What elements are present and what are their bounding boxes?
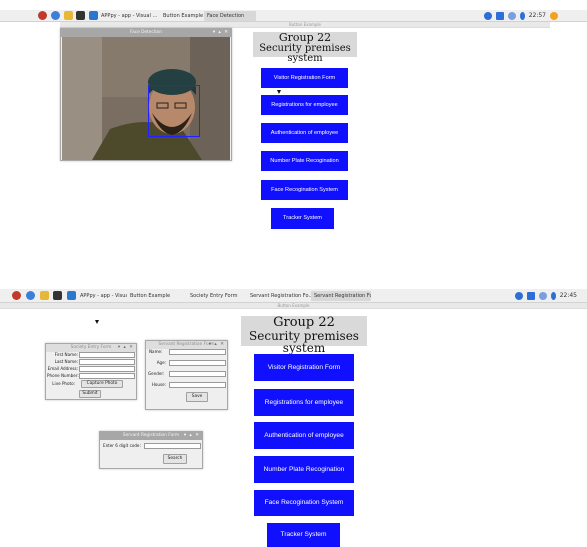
- folder-icon[interactable]: [40, 291, 49, 300]
- capture-photo-button[interactable]: Capture Photo: [81, 380, 123, 388]
- society-entry-form-titlebar[interactable]: Society Entry Form ▾ ▴ ✕: [46, 344, 136, 352]
- terminal-icon[interactable]: [53, 291, 62, 300]
- mouse-cursor-icon: [277, 90, 281, 94]
- updates-icon[interactable]: [549, 11, 558, 20]
- vscode-icon[interactable]: [89, 11, 98, 20]
- email-input[interactable]: [79, 366, 135, 372]
- code-label: Enter 6 digit code:: [103, 443, 141, 448]
- employee-authentication-button[interactable]: Authentication of employee: [261, 123, 348, 143]
- age-input[interactable]: [169, 360, 226, 366]
- folder-icon[interactable]: [64, 11, 73, 20]
- phone-label: Phone Number:: [47, 373, 79, 378]
- microphone-icon[interactable]: [550, 291, 556, 300]
- house-input[interactable]: [169, 382, 226, 388]
- app-title-strip: Button Example: [0, 303, 587, 309]
- window-controls[interactable]: ▾ ▴ ✕: [213, 29, 229, 37]
- number-plate-button[interactable]: Number Plate Recogination: [261, 151, 348, 171]
- submit-button[interactable]: Submit: [79, 390, 101, 398]
- visitor-registration-button[interactable]: Visitor Registration Form: [261, 68, 348, 88]
- terminal-icon[interactable]: [76, 11, 85, 20]
- raspberry-menu-icon[interactable]: [12, 291, 21, 300]
- heading-line-2: Security premises system: [249, 328, 359, 356]
- first-name-label: First Name:: [54, 352, 78, 357]
- tracker-system-button[interactable]: Tracker System: [271, 208, 334, 229]
- live-photo-label: Live Photo:: [52, 381, 75, 386]
- email-label: Email Address:: [47, 366, 78, 371]
- raspberry-menu-icon[interactable]: [38, 11, 47, 20]
- name-label: Name:: [149, 349, 163, 354]
- servant-registration-form-window: Servant Registration Form ▾ ▴ ✕ Name: Ag…: [145, 340, 228, 410]
- vscode-icon[interactable]: [67, 291, 76, 300]
- clock: 22:57: [528, 12, 546, 19]
- face-recognition-button[interactable]: Face Recogination System: [261, 180, 348, 200]
- phone-input[interactable]: [79, 373, 135, 379]
- save-button[interactable]: Save: [186, 392, 208, 402]
- name-input[interactable]: [169, 349, 226, 355]
- taskbar-task-button-example[interactable]: Button Example: [127, 291, 187, 301]
- mouse-cursor-icon: [95, 320, 99, 324]
- employee-registration-button[interactable]: Registrations for employee: [261, 95, 348, 115]
- taskbar-task-face-detection[interactable]: Face Detection: [204, 11, 256, 21]
- face-detection-titlebar[interactable]: Face Detection ▾ ▴ ✕: [61, 29, 231, 37]
- code-input[interactable]: [144, 443, 201, 449]
- app-heading: Group 22 Security premises system: [253, 31, 357, 64]
- browser-icon[interactable]: [51, 11, 60, 20]
- face-detection-box: [148, 85, 200, 137]
- heading-line-2: Security premises system: [259, 42, 351, 65]
- top-taskbar: APPpy - app - Visual ... Button Example …: [0, 10, 587, 22]
- volume-icon[interactable]: [538, 291, 547, 300]
- window-controls[interactable]: ▾ ▴ ✕: [209, 341, 225, 349]
- servant-search-window: Servant Registration Form ▾ ▴ ✕ Enter 6 …: [99, 431, 203, 469]
- window-controls[interactable]: ▾ ▴ ✕: [118, 344, 134, 352]
- heading-line-1: Group 22: [278, 31, 332, 44]
- volume-icon[interactable]: [507, 11, 516, 20]
- gender-input[interactable]: [169, 371, 226, 377]
- window-title: Servant Registration Form: [158, 342, 215, 347]
- bluetooth-icon[interactable]: [515, 291, 523, 300]
- app-heading: Group 22 Security premises system: [241, 315, 367, 355]
- visitor-registration-button[interactable]: Visitor Registration Form: [254, 354, 354, 381]
- network-icon[interactable]: [526, 291, 535, 300]
- employee-registration-button[interactable]: Registrations for employee: [254, 389, 354, 416]
- system-tray: 22:57: [484, 11, 560, 21]
- microphone-icon[interactable]: [519, 11, 525, 20]
- browser-icon[interactable]: [26, 291, 35, 300]
- taskbar-task-vscode[interactable]: APPpy - app - Visual ...: [98, 11, 158, 21]
- last-name-input[interactable]: [79, 359, 135, 365]
- window-title: Face Detection: [130, 30, 162, 35]
- face-recognition-button[interactable]: Face Recogination System: [254, 490, 354, 516]
- window-controls[interactable]: ▾ ▴ ✕: [184, 432, 200, 440]
- taskbar-task-servant-registration-2[interactable]: Servant Registration Fo...: [311, 291, 371, 301]
- house-label: House:: [151, 382, 166, 387]
- camera-frame-image: [62, 37, 230, 160]
- gender-label: Gender:: [148, 371, 165, 376]
- window-title: Society Entry Form: [70, 345, 112, 350]
- bottom-taskbar: APPpy - app - Visual ... Button Example …: [0, 289, 587, 303]
- camera-feed: [62, 37, 230, 160]
- last-name-label: Last Name:: [54, 359, 78, 364]
- taskbar-task-button-example[interactable]: Button Example: [160, 11, 204, 21]
- servant-registration-titlebar[interactable]: Servant Registration Form ▾ ▴ ✕: [146, 341, 227, 349]
- network-icon[interactable]: [495, 11, 504, 20]
- taskbar-task-vscode[interactable]: APPpy - app - Visual ...: [77, 291, 127, 301]
- employee-authentication-button[interactable]: Authentication of employee: [254, 422, 354, 449]
- heading-line-1: Group 22: [273, 315, 335, 330]
- age-label: Age:: [156, 360, 166, 365]
- window-title: Servant Registration Form: [122, 433, 180, 438]
- system-tray: 22:45: [515, 291, 577, 301]
- servant-search-titlebar[interactable]: Servant Registration Form ▾ ▴ ✕: [100, 432, 202, 440]
- search-button[interactable]: Search: [163, 454, 187, 464]
- bluetooth-icon[interactable]: [484, 11, 492, 20]
- taskbar-task-servant-registration-1[interactable]: Servant Registration Fo...: [247, 291, 311, 301]
- face-detection-window: Face Detection ▾ ▴ ✕: [60, 28, 232, 161]
- clock: 22:45: [559, 292, 577, 299]
- society-entry-form-window: Society Entry Form ▾ ▴ ✕ First Name: Las…: [45, 343, 137, 400]
- first-name-input[interactable]: [79, 352, 135, 358]
- taskbar-task-society-entry-form[interactable]: Society Entry Form: [187, 291, 247, 301]
- number-plate-button[interactable]: Number Plate Recogination: [254, 456, 354, 483]
- tracker-system-button[interactable]: Tracker System: [267, 523, 340, 547]
